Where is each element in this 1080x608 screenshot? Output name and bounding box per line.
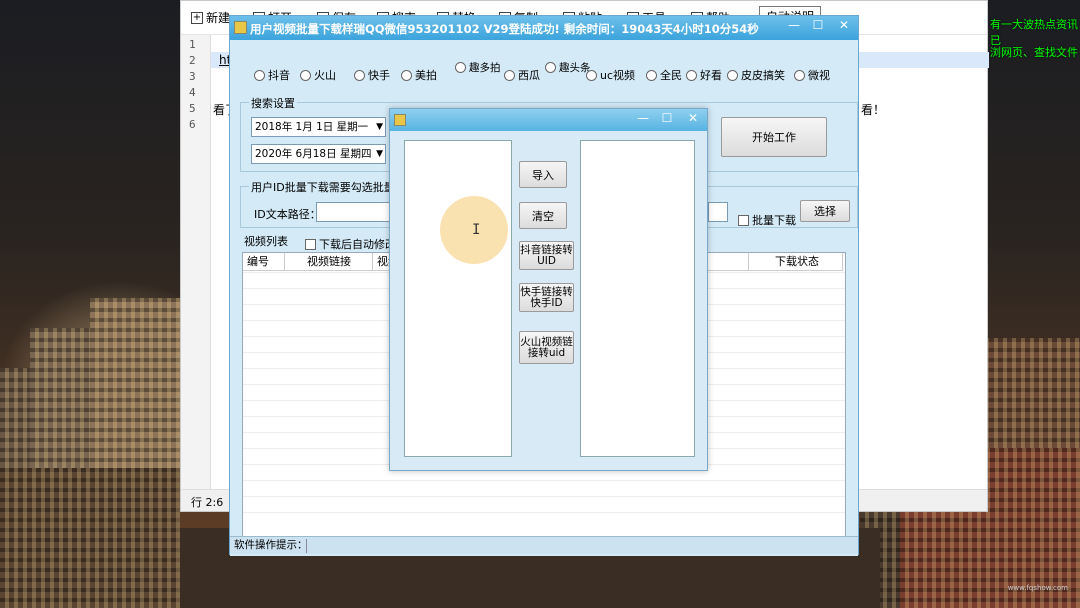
batch-group-label: 用户ID批量下载需要勾选批量下 <box>249 179 408 195</box>
radio-xigua[interactable]: 西瓜 <box>504 67 540 83</box>
close-icon[interactable]: ✕ <box>830 16 858 34</box>
id-path-label: ID文本路径： <box>254 208 321 221</box>
column-header-index[interactable]: 编号 <box>243 253 285 271</box>
start-date-picker[interactable]: 2018年 1月 1日 星期一 ▼ <box>251 117 386 137</box>
minimize-icon[interactable]: — <box>631 109 655 127</box>
chevron-down-icon: ▼ <box>376 149 383 159</box>
line-number: 4 <box>189 86 196 99</box>
radio-quanmin[interactable]: 全民 <box>646 67 682 83</box>
radio-meipai[interactable]: 美拍 <box>401 67 437 83</box>
line-number: 5 <box>189 102 196 115</box>
radio-kuaishou[interactable]: 快手 <box>354 67 390 83</box>
close-icon[interactable]: ✕ <box>679 109 707 127</box>
ibeam-cursor-icon: I <box>472 222 481 238</box>
external-text-2: 浏网页、查找文件 <box>990 46 1078 59</box>
end-date-picker[interactable]: 2020年 6月18日 星期四 ▼ <box>251 144 386 164</box>
app-logo-icon <box>234 21 247 34</box>
start-work-button[interactable]: 开始工作 <box>721 117 827 157</box>
watermark: www.fqshow.com <box>1007 584 1068 592</box>
batch-download-checkbox[interactable]: 批量下载 <box>738 212 796 228</box>
auto-modify-checkbox[interactable]: 下载后自动修改 <box>305 236 396 252</box>
douyin-to-uid-button[interactable]: 抖音链接转 UID <box>519 241 574 270</box>
radio-huoshan[interactable]: 火山 <box>300 67 336 83</box>
radio-weishi[interactable]: 微视 <box>794 67 830 83</box>
app-status-bar: 软件操作提示： <box>230 536 858 554</box>
right-id-list[interactable] <box>580 140 695 457</box>
id-path-input[interactable] <box>316 202 396 222</box>
new-button[interactable]: + 新建 <box>191 9 230 26</box>
editor-line-5-tail: 看！ <box>861 103 886 117</box>
app-title-bar: 用户视频批量下载样瑞QQ微信953201102 V29登陆成功! 剩余时间：19… <box>230 16 858 40</box>
id-path-input-end[interactable] <box>708 202 728 222</box>
chevron-down-icon: ▼ <box>376 122 383 132</box>
radio-quduopai[interactable]: 趣多拍 <box>455 62 501 73</box>
link-convert-dialog: — ☐ ✕ 导入 清空 抖音链接转 UID 快手链接转 快手ID 火山视频链 接转ui… <box>389 108 708 471</box>
select-button[interactable]: 选择 <box>800 200 850 222</box>
left-link-list[interactable] <box>404 140 512 457</box>
line-number: 2 <box>189 54 196 67</box>
search-settings-label: 搜索设置 <box>249 95 297 111</box>
column-header-link[interactable]: 视频链接 <box>285 253 373 271</box>
radio-haokan[interactable]: 好看 <box>686 67 722 83</box>
line-number: 3 <box>189 70 196 83</box>
maximize-icon[interactable]: ☐ <box>806 16 830 34</box>
plus-icon: + <box>191 11 203 24</box>
cursor-position: 行 2:6 <box>191 496 224 509</box>
radio-uc-video[interactable]: uc视频 <box>586 67 635 83</box>
line-number: 6 <box>189 118 196 131</box>
clear-button[interactable]: 清空 <box>519 202 567 229</box>
dialog-title-bar: — ☐ ✕ <box>390 109 707 131</box>
radio-pipigaoxiao[interactable]: 皮皮搞笑 <box>727 67 785 83</box>
minimize-icon[interactable]: — <box>782 16 806 34</box>
status-label: 软件操作提示： <box>234 539 308 551</box>
huoshan-to-uid-button[interactable]: 火山视频链 接转uid <box>519 331 574 364</box>
video-list-label: 视频列表 <box>244 235 288 248</box>
import-button[interactable]: 导入 <box>519 161 567 188</box>
column-header-status[interactable]: 下载状态 <box>749 253 843 271</box>
app-title: 用户视频批量下载样瑞QQ微信953201102 V29登陆成功! 剩余时间：19… <box>250 22 759 36</box>
kuaishou-to-id-button[interactable]: 快手链接转 快手ID <box>519 283 574 312</box>
maximize-icon[interactable]: ☐ <box>655 109 679 127</box>
radio-douyin[interactable]: 抖音 <box>254 67 290 83</box>
dialog-logo-icon <box>394 114 406 126</box>
line-number-gutter: 1 2 3 4 5 6 <box>181 35 211 491</box>
radio-qutoutiao[interactable]: 趣头条 <box>545 62 591 73</box>
line-number: 1 <box>189 38 196 51</box>
